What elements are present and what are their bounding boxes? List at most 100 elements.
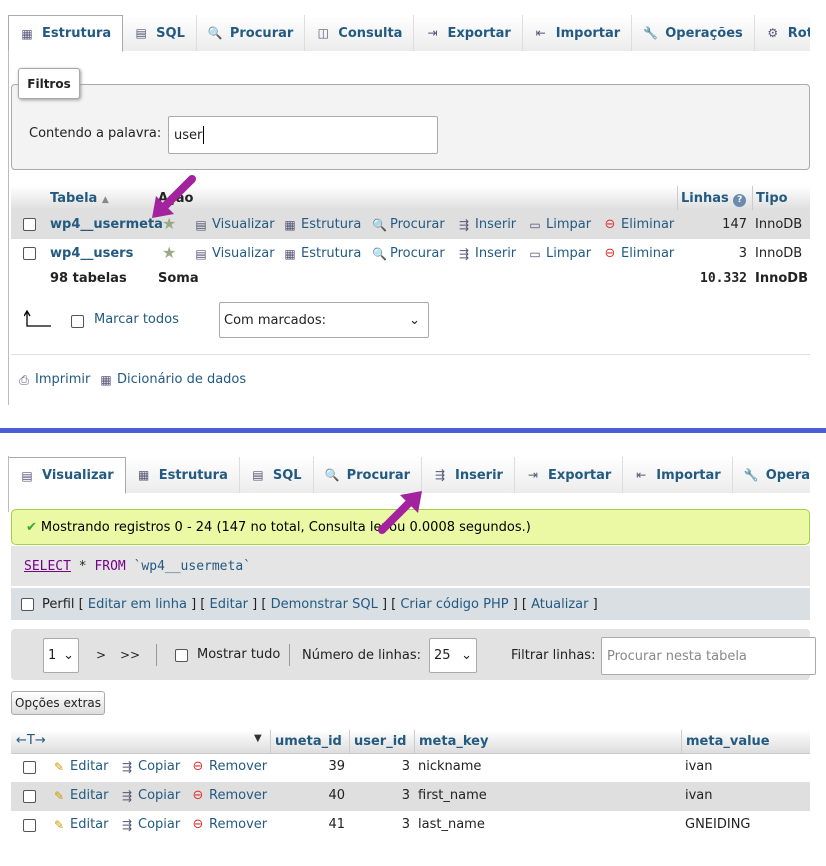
filter-rows-input[interactable]: Procurar nesta tabela xyxy=(601,637,816,675)
wrench-icon: 🔧 xyxy=(643,26,659,40)
table-row: wp4__usermeta ★ ▤ Visualizar ▦ Estrutura 🔍… xyxy=(11,210,810,239)
search-icon: 🔍 xyxy=(207,26,223,40)
copy-row-link[interactable]: ⇶ Copiar xyxy=(120,759,180,774)
structure-icon: ▦ xyxy=(21,26,33,41)
action-eliminar[interactable]: ⊖ Eliminar xyxy=(603,217,675,232)
cell-meta-key[interactable]: first_name xyxy=(418,788,487,803)
tab-importar[interactable]: ⇤ Importar xyxy=(623,457,733,493)
table-name-link[interactable]: wp4__usermeta xyxy=(50,217,163,232)
with-selected-select[interactable]: Com marcados: ⌄ xyxy=(219,302,429,338)
tab-sql[interactable]: ▤ SQL xyxy=(239,457,314,493)
column-meta-value[interactable]: meta_value xyxy=(681,730,770,754)
action-procurar[interactable]: 🔍 Procurar xyxy=(372,217,445,232)
tab-consulta[interactable]: ◫ Consulta xyxy=(305,15,415,51)
cell-umeta-id[interactable]: 39 xyxy=(270,759,345,774)
action-procurar[interactable]: 🔍 Procurar xyxy=(372,246,445,261)
row-checkbox[interactable] xyxy=(23,247,36,260)
row-checkbox[interactable] xyxy=(23,218,36,231)
tab-sql[interactable]: ▤ SQL xyxy=(123,15,197,51)
next-page-button[interactable]: > xyxy=(90,640,112,670)
rows-per-page-select[interactable]: 25 ⌄ xyxy=(429,638,477,673)
check-all-checkbox[interactable] xyxy=(71,315,84,328)
sort-dropdown-icon[interactable]: ▼ xyxy=(254,733,262,744)
tab-estrutura[interactable]: ▦ Estrutura xyxy=(8,15,124,52)
tab-procurar[interactable]: 🔍 Procurar xyxy=(196,15,306,51)
cell-meta-key[interactable]: last_name xyxy=(418,817,485,832)
show-all-checkbox[interactable] xyxy=(175,649,188,662)
action-visualizar[interactable]: ▤ Visualizar xyxy=(194,217,274,232)
action-inserir[interactable]: ⇶ Inserir xyxy=(457,217,516,232)
row-checkbox[interactable] xyxy=(23,790,36,803)
tab-estrutura[interactable]: ▦ Estrutura xyxy=(125,457,240,493)
cell-meta-value[interactable]: ivan xyxy=(685,759,713,774)
check-all-link[interactable]: Marcar todos xyxy=(94,312,179,327)
sort-asc-icon: ▲ xyxy=(101,195,109,205)
profile-checkbox[interactable] xyxy=(21,597,34,611)
filter-input[interactable]: user xyxy=(168,116,438,154)
inline-edit-link[interactable]: Editar em linha xyxy=(88,597,187,612)
section-divider xyxy=(0,428,826,433)
action-inserir[interactable]: ⇶ Inserir xyxy=(457,246,516,261)
search-icon: 🔍 xyxy=(372,217,387,232)
copy-row-link[interactable]: ⇶ Copiar xyxy=(120,817,180,832)
delete-row-link[interactable]: ⊖ Remover xyxy=(191,788,268,803)
table-row: wp4__users ★ ▤ Visualizar ▦ Estrutura 🔍 Pro… xyxy=(11,239,810,268)
drop-icon: ⊖ xyxy=(192,816,204,832)
action-limpar[interactable]: ▭ Limpar xyxy=(528,246,591,261)
favorite-star-icon[interactable]: ★ xyxy=(162,243,176,262)
header-type[interactable]: Tipo xyxy=(752,186,788,212)
edit-link[interactable]: Editar xyxy=(210,597,249,612)
cell-user-id[interactable]: 3 xyxy=(349,788,410,803)
action-eliminar[interactable]: ⊖ Eliminar xyxy=(603,246,675,261)
print-link[interactable]: ⎙ Imprimir xyxy=(17,372,90,387)
column-meta-key[interactable]: meta_key xyxy=(414,730,488,754)
tab-visualizar[interactable]: ▤ Visualizar xyxy=(8,457,126,494)
edit-row-link[interactable]: ✎ Editar xyxy=(52,817,109,832)
cell-meta-key[interactable]: nickname xyxy=(418,759,481,774)
cell-meta-value[interactable]: GNEIDING xyxy=(685,817,751,832)
header-table[interactable]: Tabela ▲ xyxy=(50,191,109,206)
tab-operacoes[interactable]: 🔧Operaçõe xyxy=(732,457,810,493)
extra-options-button[interactable]: Opções extras xyxy=(11,691,105,715)
column-user-id[interactable]: user_id xyxy=(349,730,406,754)
column-resize-arrows-icon[interactable]: ←T→ xyxy=(16,733,46,748)
cell-user-id[interactable]: 3 xyxy=(349,759,410,774)
page-select[interactable]: 1 ⌄ xyxy=(43,638,79,673)
cell-umeta-id[interactable]: 41 xyxy=(270,817,345,832)
tab-importar[interactable]: ⇤ Importar xyxy=(522,15,633,51)
row-checkbox[interactable] xyxy=(23,819,36,832)
edit-row-link[interactable]: ✎ Editar xyxy=(52,788,109,803)
tab-operacoes[interactable]: 🔧 Operações xyxy=(632,15,755,51)
tab-rotinas[interactable]: ⚙Rotina xyxy=(754,15,810,51)
action-limpar[interactable]: ▭ Limpar xyxy=(528,217,591,232)
tab-inserir[interactable]: ⇶ Inserir xyxy=(422,457,515,493)
action-estrutura[interactable]: ▦ Estrutura xyxy=(283,217,361,232)
table-name-link[interactable]: wp4__users xyxy=(50,246,133,261)
header-rows[interactable]: Linhas ? xyxy=(677,186,747,212)
cell-meta-value[interactable]: ivan xyxy=(685,788,713,803)
edit-row-link[interactable]: ✎ Editar xyxy=(52,759,109,774)
tab-exportar[interactable]: ⇥ Exportar xyxy=(414,15,523,51)
row-checkbox[interactable] xyxy=(23,761,36,774)
data-dictionary-link[interactable]: ▦ Dicionário de dados xyxy=(99,372,246,387)
create-php-link[interactable]: Criar código PHP xyxy=(400,597,508,612)
explain-sql-link[interactable]: Demonstrar SQL xyxy=(271,597,378,612)
action-estrutura[interactable]: ▦ Estrutura xyxy=(283,246,361,261)
chevron-down-icon: ⌄ xyxy=(63,648,74,663)
cell-user-id[interactable]: 3 xyxy=(349,817,410,832)
delete-row-link[interactable]: ⊖ Remover xyxy=(191,759,268,774)
delete-row-link[interactable]: ⊖ Remover xyxy=(191,816,268,832)
cell-umeta-id[interactable]: 40 xyxy=(270,788,345,803)
help-icon[interactable]: ? xyxy=(733,194,747,207)
sql-select-keyword[interactable]: SELECT xyxy=(24,559,71,574)
column-umeta-id[interactable]: umeta_id xyxy=(270,730,342,754)
browse-icon: ▤ xyxy=(195,246,207,261)
refresh-link[interactable]: Atualizar xyxy=(531,597,588,612)
action-visualizar[interactable]: ▤ Visualizar xyxy=(194,246,274,261)
annotation-arrow-icon xyxy=(378,491,422,534)
pencil-icon: ✎ xyxy=(53,759,65,774)
tab-exportar[interactable]: ⇥ Exportar xyxy=(514,457,624,493)
last-page-button[interactable]: >> xyxy=(117,640,143,670)
copy-row-link[interactable]: ⇶ Copiar xyxy=(120,788,180,803)
annotation-arrow-icon xyxy=(152,175,196,218)
